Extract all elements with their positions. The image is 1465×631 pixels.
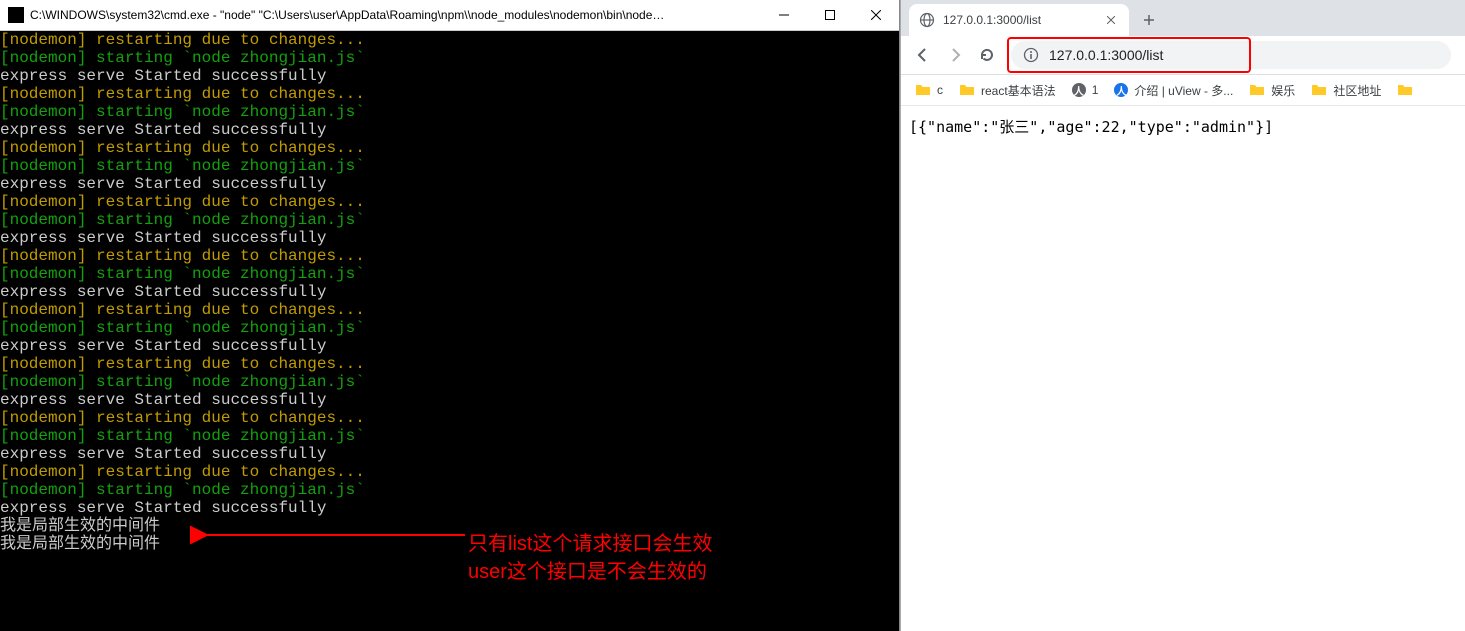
annotation-line1: 只有list这个请求接口会生效 [468,530,712,558]
console-line: [nodemon] restarting due to changes... [0,193,899,211]
console-line: [nodemon] starting `node zhongjian.js` [0,49,899,67]
console-line: [nodemon] restarting due to changes... [0,247,899,265]
favicon-icon: 人 [1072,83,1086,97]
console-line: [nodemon] restarting due to changes... [0,31,899,49]
reload-button[interactable] [971,39,1003,71]
site-info-icon[interactable] [1023,47,1039,63]
console-output[interactable]: [nodemon] restarting due to changes...[n… [0,31,899,631]
console-window: C:\WINDOWS\system32\cmd.exe - "node" "C:… [0,0,900,631]
tab-title: 127.0.0.1:3000/list [943,13,1103,27]
console-line: express serve Started successfully [0,67,899,85]
console-line: [nodemon] starting `node zhongjian.js` [0,157,899,175]
console-line: [nodemon] restarting due to changes... [0,85,899,103]
console-line: express serve Started successfully [0,337,899,355]
bookmarks-bar: creact基本语法人1人介绍 | uView - 多...娱乐社区地址 [901,75,1465,106]
bookmark-item[interactable]: 人1 [1064,77,1107,103]
favicon-icon: 人 [1114,83,1128,97]
console-line: express serve Started successfully [0,121,899,139]
forward-button[interactable] [939,39,971,71]
page-body[interactable]: [{"name":"张三","age":22,"type":"admin"}] [901,106,1465,631]
new-tab-button[interactable] [1135,6,1163,34]
browser-window: 127.0.0.1:3000/list 127.0.0.1:3000/li [900,0,1465,631]
bookmark-item[interactable]: 社区地址 [1303,77,1389,103]
console-line: 我是局部生效的中间件 [0,535,899,553]
console-line: [nodemon] starting `node zhongjian.js` [0,103,899,121]
maximize-button[interactable] [807,0,853,30]
tab-close-button[interactable] [1103,12,1119,28]
minimize-button[interactable] [761,0,807,30]
bookmark-item[interactable]: react基本语法 [951,77,1064,103]
console-title: C:\WINDOWS\system32\cmd.exe - "node" "C:… [30,8,670,22]
cmd-icon [8,7,24,23]
window-controls [761,0,899,30]
annotation-text: 只有list这个请求接口会生效 user这个接口是不会生效的 [468,530,712,586]
close-button[interactable] [853,0,899,30]
console-line: [nodemon] starting `node zhongjian.js` [0,265,899,283]
console-line: express serve Started successfully [0,391,899,409]
console-line: [nodemon] restarting due to changes... [0,139,899,157]
url-text: 127.0.0.1:3000/list [1049,47,1163,63]
console-line: [nodemon] restarting due to changes... [0,355,899,373]
url-input[interactable]: 127.0.0.1:3000/list [1011,41,1451,69]
browser-tab[interactable]: 127.0.0.1:3000/list [909,4,1129,36]
back-button[interactable] [907,39,939,71]
console-line: express serve Started successfully [0,175,899,193]
address-bar: 127.0.0.1:3000/list [901,36,1465,75]
console-line: [nodemon] starting `node zhongjian.js` [0,427,899,445]
console-line: express serve Started successfully [0,445,899,463]
console-titlebar[interactable]: C:\WINDOWS\system32\cmd.exe - "node" "C:… [0,0,899,31]
console-line: [nodemon] restarting due to changes... [0,301,899,319]
bookmark-item[interactable]: 人介绍 | uView - 多... [1106,77,1241,103]
console-line: express serve Started successfully [0,499,899,517]
console-line: express serve Started successfully [0,283,899,301]
console-line: [nodemon] restarting due to changes... [0,409,899,427]
console-line: express serve Started successfully [0,229,899,247]
console-line: 我是局部生效的中间件 [0,517,899,535]
annotation-line2: user这个接口是不会生效的 [468,558,712,586]
bookmark-item[interactable]: 娱乐 [1241,77,1303,103]
console-line: [nodemon] restarting due to changes... [0,463,899,481]
bookmark-item[interactable]: c [907,77,951,103]
bookmark-item[interactable] [1389,77,1427,103]
console-line: [nodemon] starting `node zhongjian.js` [0,319,899,337]
tab-strip: 127.0.0.1:3000/list [901,0,1465,36]
console-line: [nodemon] starting `node zhongjian.js` [0,211,899,229]
console-line: [nodemon] starting `node zhongjian.js` [0,481,899,499]
globe-icon [919,12,935,28]
console-line: [nodemon] starting `node zhongjian.js` [0,373,899,391]
